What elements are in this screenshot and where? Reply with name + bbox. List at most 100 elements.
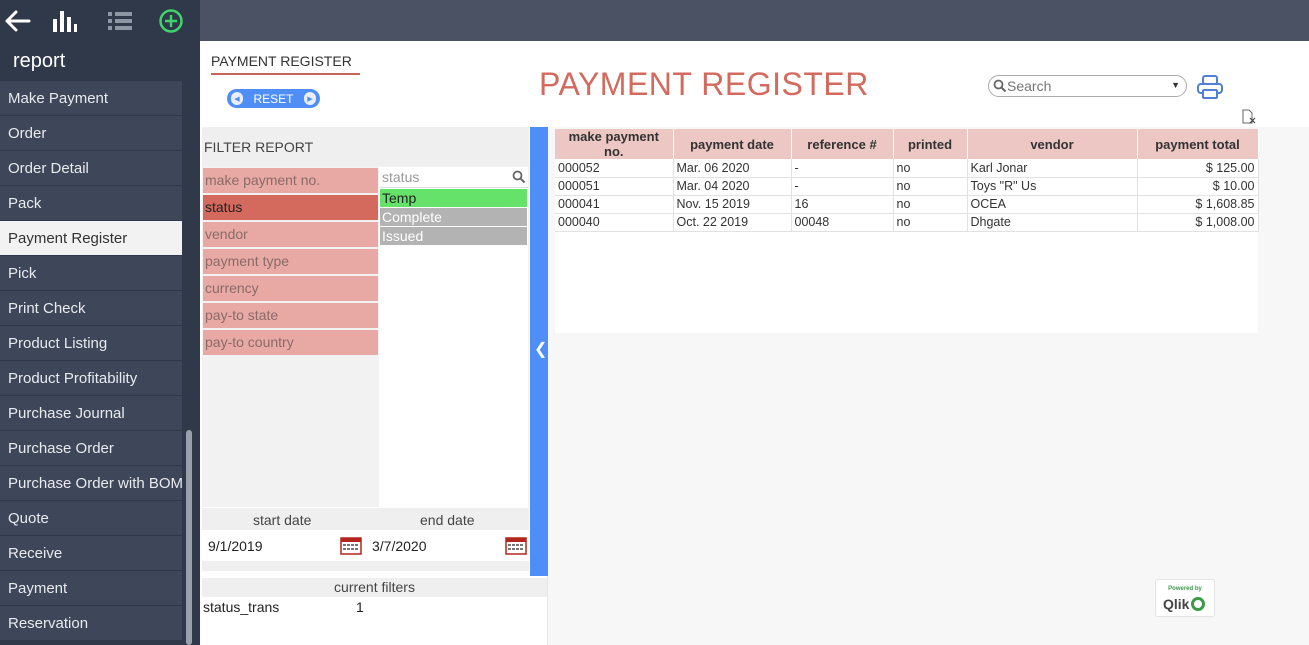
sidebar: report Make Payment Order Order Detail Pack… (0, 0, 200, 645)
qlik-q-icon (1191, 597, 1205, 611)
sidebar-section-title: report (13, 50, 66, 72)
collapse-panel-button[interactable]: ❮ (530, 127, 548, 576)
printer-icon[interactable] (1196, 74, 1224, 100)
start-date-label: start date (253, 512, 312, 528)
reset-label: RESET (253, 91, 294, 106)
column-header[interactable]: payment total (1137, 129, 1259, 159)
table-cell: - (791, 159, 894, 178)
sidebar-item[interactable]: Pack (0, 186, 182, 221)
sidebar-item[interactable]: Purchase Order with BOM (0, 466, 182, 501)
payment-register-table: make payment no. payment date reference # p… (555, 129, 1259, 232)
table-header-row: make payment no. payment date reference # p… (555, 129, 1259, 159)
sidebar-item[interactable]: Pick (0, 256, 182, 291)
end-date-label: end date (420, 512, 475, 528)
table-cell: Oct. 22 2019 (673, 213, 792, 232)
table-cell: Toys "R" Us (967, 177, 1138, 196)
search-dropdown-icon[interactable]: ▼ (1171, 80, 1180, 90)
filter-field-button[interactable]: vendor (203, 222, 378, 247)
date-range-footer (202, 561, 529, 571)
listbox-search-icon[interactable] (512, 170, 526, 184)
tab-underline (211, 73, 360, 75)
listbox-value[interactable]: Issued (380, 227, 527, 245)
table-cell: Karl Jonar (967, 159, 1138, 178)
table-cell: 00048 (791, 213, 894, 232)
column-header[interactable]: make payment no. (555, 129, 674, 159)
table-cell: 000041 (555, 195, 674, 214)
page-title: PAYMENT REGISTER (539, 66, 869, 102)
table-cell: 000051 (555, 177, 674, 196)
table-row[interactable]: 000040 Oct. 22 2019 00048 no Dhgate $ 1,008.0… (555, 213, 1259, 232)
sidebar-scrollbar[interactable] (186, 430, 192, 645)
sidebar-item[interactable]: Purchase Order (0, 431, 182, 466)
table-body: 000052 Mar. 06 2020- no Karl Jonar $ 125.00 0… (555, 159, 1259, 232)
sidebar-item[interactable]: Make Payment (0, 81, 182, 116)
table-row[interactable]: 000041 Nov. 15 2019 16 no OCEA $ 1,608.85 (555, 195, 1259, 214)
table-cell: - (791, 177, 894, 196)
sidebar-item[interactable]: Quote (0, 501, 182, 536)
search-box[interactable]: ▼ (988, 75, 1187, 97)
table-row[interactable]: 000052 Mar. 06 2020- no Karl Jonar $ 125.00 (555, 159, 1259, 178)
column-header[interactable]: vendor (967, 129, 1138, 159)
table-cell: no (893, 159, 968, 178)
table-cell: OCEA (967, 195, 1138, 214)
sidebar-item[interactable]: Purchase Journal (0, 396, 182, 431)
reset-left-arrow-icon: ◀ (231, 92, 243, 105)
qlik-text: Qlik (1163, 596, 1190, 612)
current-filter-field: status_trans (203, 599, 280, 615)
sidebar-item[interactable]: Product Listing (0, 326, 182, 361)
sidebar-toolbar (0, 0, 200, 42)
filter-report-header: FILTER REPORT (202, 127, 529, 166)
column-header[interactable]: reference # (791, 129, 894, 159)
back-arrow-icon[interactable] (3, 6, 33, 36)
column-header[interactable]: printed (893, 129, 968, 159)
listbox-title: status (382, 169, 420, 185)
listbox-header[interactable]: status (379, 167, 528, 188)
column-header[interactable]: payment date (673, 129, 792, 159)
filter-field-button[interactable]: pay-to state (203, 303, 378, 328)
reset-right-arrow-icon: ▶ (303, 92, 316, 105)
sidebar-item[interactable]: Order Detail (0, 151, 182, 186)
filter-field-button[interactable]: payment type (203, 249, 378, 274)
sidebar-item[interactable]: Payment (0, 571, 182, 606)
table-cell: 000052 (555, 159, 674, 178)
search-icon (993, 79, 1007, 93)
current-filters-header: current filters (202, 578, 547, 597)
add-circle-icon[interactable] (156, 6, 186, 36)
end-calendar-icon[interactable] (505, 537, 527, 555)
table-cell: no (893, 195, 968, 214)
table-cell: 000040 (555, 213, 674, 232)
clear-selections-icon[interactable] (1241, 109, 1257, 125)
app-header-bar (200, 0, 1309, 41)
powered-by-qlik-logo[interactable]: Powered by Qlik (1155, 579, 1215, 617)
table-row[interactable]: 000051 Mar. 04 2020- no Toys "R" Us $ 10.00 (555, 177, 1259, 196)
sidebar-item[interactable]: Product Profitability (0, 361, 182, 396)
filter-field-button[interactable]: pay-to country (203, 330, 378, 355)
sheet-tab-title: PAYMENT REGISTER (211, 53, 352, 69)
table-cell: no (893, 177, 968, 196)
sidebar-item[interactable]: Reservation (0, 606, 182, 641)
sidebar-item[interactable]: Order (0, 116, 182, 151)
filter-field-button[interactable]: status (203, 195, 378, 220)
table-cell: Dhgate (967, 213, 1138, 232)
powered-by-text: Powered by (1168, 586, 1202, 592)
table-cell: no (893, 213, 968, 232)
sidebar-item[interactable]: Print Check (0, 291, 182, 326)
filter-field-button[interactable]: currency (203, 276, 378, 301)
table-cell: 16 (791, 195, 894, 214)
reset-button[interactable]: ◀ RESET ▶ (227, 89, 320, 108)
sidebar-item[interactable]: Payment Register (0, 221, 182, 256)
table-cell: Mar. 06 2020 (673, 159, 792, 178)
search-input[interactable] (1007, 78, 1167, 94)
table-cell: $ 1,608.85 (1137, 195, 1259, 214)
list-icon[interactable] (105, 6, 135, 36)
table-cell: Mar. 04 2020 (673, 177, 792, 196)
current-filter-count: 1 (356, 599, 364, 615)
bar-chart-icon[interactable] (49, 6, 79, 36)
table-cell: $ 10.00 (1137, 177, 1259, 196)
sidebar-item[interactable]: Receive (0, 536, 182, 571)
filter-field-button[interactable]: make payment no. (203, 168, 378, 193)
start-calendar-icon[interactable] (340, 537, 362, 555)
table-cell: $ 1,008.00 (1137, 213, 1259, 232)
listbox-value[interactable]: Complete (380, 208, 527, 226)
listbox-value[interactable]: Temp (380, 189, 527, 207)
